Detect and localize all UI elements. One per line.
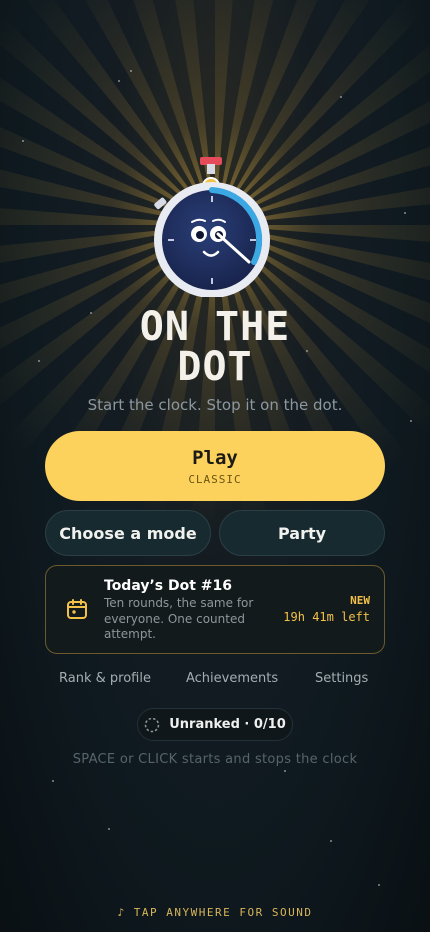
- game-title-line-2: DOT: [177, 344, 253, 390]
- daily-title: Today’s Dot #16: [104, 578, 233, 594]
- party-label: Party: [277, 523, 327, 543]
- calendar-icon: [67, 599, 87, 619]
- controls-hint: SPACE or CLICK starts and stops the cloc…: [72, 752, 358, 767]
- dashed-circle-icon: [144, 717, 160, 732]
- tagline: Start the clock. Stop it on the dot.: [87, 396, 343, 414]
- achievements-link[interactable]: Achievements: [186, 671, 278, 686]
- enable-sound-prompt[interactable]: ♪ TAP ANYWHERE FOR SOUND: [0, 906, 430, 919]
- rank-profile-link[interactable]: Rank & profile: [59, 671, 151, 686]
- settings-link[interactable]: Settings: [315, 671, 368, 686]
- rank-status-pill[interactable]: Unranked · 0/10: [137, 708, 293, 741]
- time-left: 19h 41m left: [283, 610, 370, 624]
- choose-mode-label: Choose a mode: [59, 523, 197, 543]
- choose-mode-button[interactable]: Choose a mode: [45, 510, 211, 556]
- party-button[interactable]: Party: [219, 510, 385, 556]
- rank-status-label: Unranked · 0/10: [169, 717, 286, 732]
- play-button[interactable]: Play CLASSIC: [45, 431, 385, 501]
- play-mode-label: CLASSIC: [188, 472, 242, 486]
- new-badge: NEW: [350, 594, 370, 607]
- stopwatch-face-icon: [154, 157, 270, 297]
- play-label: Play: [192, 446, 238, 469]
- daily-description: Ten rounds, the same for everyone. One c…: [104, 596, 254, 641]
- daily-challenge-card[interactable]: Today’s Dot #16 Ten rounds, the same for…: [45, 565, 385, 654]
